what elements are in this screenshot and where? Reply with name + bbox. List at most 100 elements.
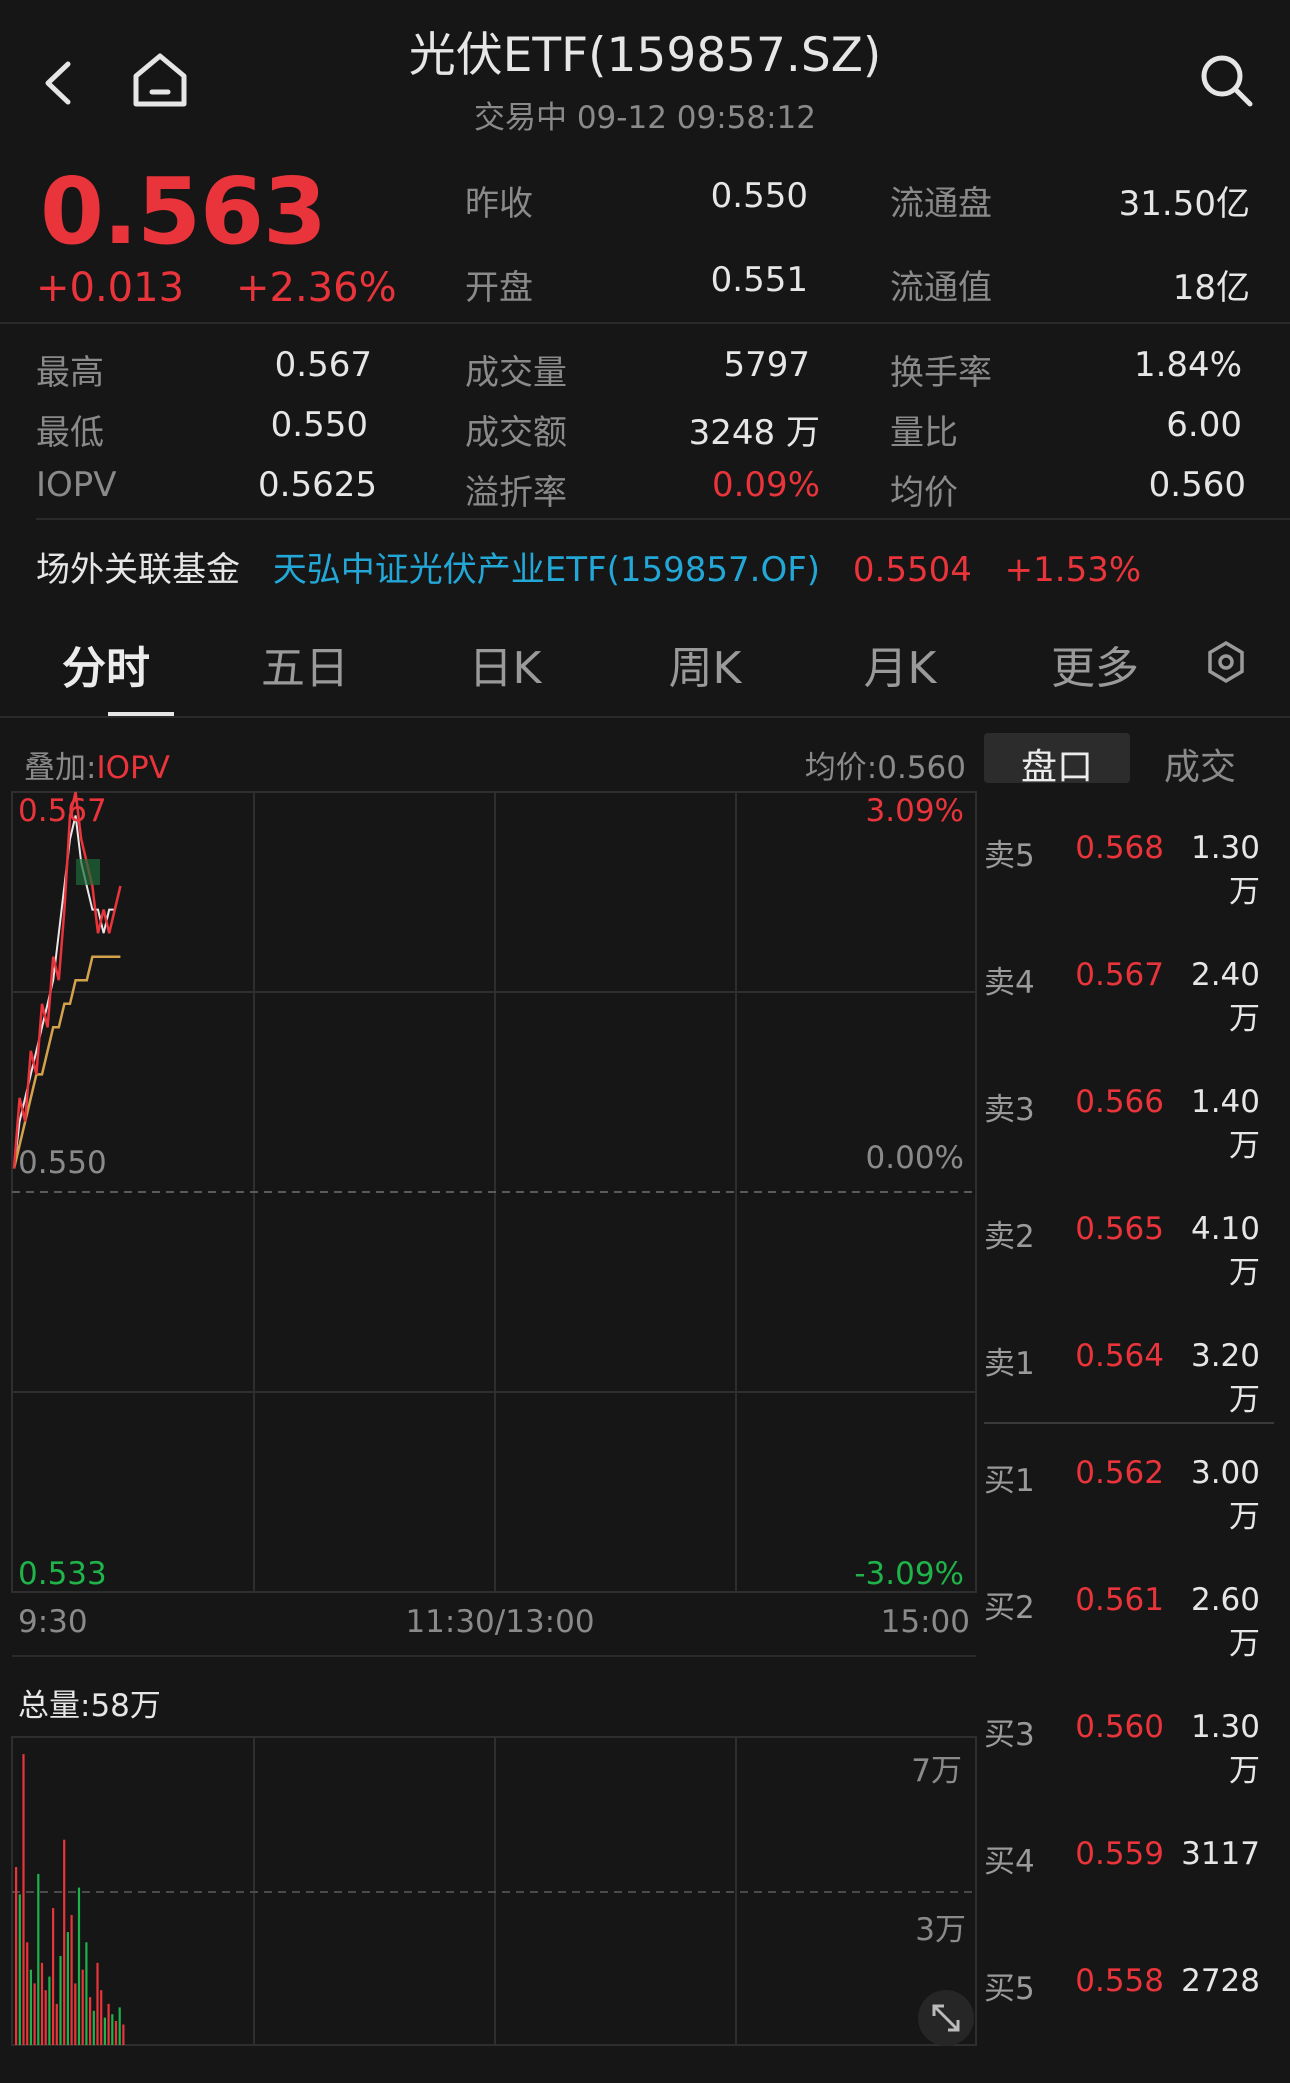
open-label: 开盘 <box>465 268 533 308</box>
order-volume: 4.10万 <box>1190 1211 1260 1291</box>
high-label: 最高 <box>36 353 104 393</box>
volume-bar <box>103 2017 106 2045</box>
volume-bar <box>55 2003 58 2045</box>
volume-ratio-label: 量比 <box>890 413 958 453</box>
volume-bar <box>100 1990 103 2045</box>
volume-bar <box>122 2024 125 2045</box>
float-shares-value: 31.50亿 <box>1118 184 1250 224</box>
amount-label: 成交额 <box>465 413 567 453</box>
x-label-midday: 11:30/13:00 <box>405 1604 595 1640</box>
volume-ratio-value: 6.00 <box>1166 405 1242 445</box>
tab-trades-label[interactable]: 成交 <box>1130 738 1270 790</box>
volume-label: 成交量 <box>465 353 567 393</box>
event-marker[interactable] <box>76 859 100 885</box>
order-price: 0.566 <box>1075 1084 1164 1120</box>
order-price: 0.559 <box>1075 1836 1164 1872</box>
turnover-value: 1.84% <box>1133 345 1242 385</box>
order-volume: 1.30万 <box>1190 830 1260 910</box>
volume-bar <box>48 1976 51 2045</box>
prev-close-value: 0.550 <box>710 176 808 216</box>
volume-bar <box>52 1908 55 2045</box>
bid-row: 买5 0.558 2728 <box>984 1963 1280 2007</box>
volume-series <box>15 1754 125 2045</box>
volume-label-mid: 3万 <box>915 1912 966 1948</box>
premium-rate-value: 0.09% <box>711 465 820 505</box>
related-fund-label: 场外关联基金 <box>36 550 240 590</box>
pct-label-mid: 0.00% <box>865 1140 964 1176</box>
tab-daily-k[interactable]: 日K <box>455 632 555 696</box>
low-value: 0.550 <box>270 405 368 445</box>
last-price: 0.563 <box>40 158 327 265</box>
avg-price-label: 均价 <box>890 473 958 513</box>
volume-bar <box>77 1887 81 2045</box>
volume-bar <box>74 1983 77 2045</box>
tab-weekly-k[interactable]: 周K <box>650 632 760 696</box>
volume-bar <box>111 2014 114 2045</box>
tab-intraday[interactable]: 分时 <box>56 632 156 696</box>
price-change-percent: +2.36% <box>236 265 397 311</box>
float-shares-label: 流通盘 <box>890 184 992 224</box>
price-line <box>12 791 122 1169</box>
ask-row: 卖2 0.565 4.10万 <box>984 1211 1280 1291</box>
volume-label-high: 7万 <box>911 1753 962 1789</box>
avg-price-value: 0.560 <box>1148 465 1246 505</box>
order-level-label: 买3 <box>984 1717 1035 1753</box>
order-level-label: 卖5 <box>984 838 1035 874</box>
pct-label-high: 3.09% <box>865 793 964 829</box>
volume-bar <box>33 1983 36 2045</box>
tab-monthly-k[interactable]: 月K <box>850 632 950 696</box>
order-level-label: 卖1 <box>984 1346 1035 1382</box>
bid-row: 买2 0.561 2.60万 <box>984 1582 1280 1662</box>
order-level-label: 买2 <box>984 1590 1035 1626</box>
ask-row: 卖5 0.568 1.30万 <box>984 830 1280 910</box>
related-fund-row[interactable]: 场外关联基金 天弘中证光伏产业ETF(159857.OF) 0.5504 +1.… <box>36 542 1141 591</box>
y-label-mid: 0.550 <box>18 1145 107 1181</box>
search-icon[interactable] <box>1196 50 1256 110</box>
expand-icon <box>932 2004 960 2032</box>
order-volume: 2.60万 <box>1190 1582 1260 1662</box>
volume-bar <box>114 2021 118 2045</box>
volume-bar <box>26 1942 29 2045</box>
volume-bar <box>18 1894 21 2045</box>
volume-bar <box>44 1990 47 2045</box>
premium-rate-label: 溢折率 <box>465 473 567 513</box>
order-price: 0.560 <box>1075 1709 1164 1745</box>
settings-icon[interactable] <box>1204 640 1248 684</box>
float-value-value: 18亿 <box>1172 268 1250 308</box>
order-volume: 3.00万 <box>1190 1455 1260 1535</box>
order-price: 0.565 <box>1075 1211 1164 1247</box>
order-price: 0.562 <box>1075 1455 1164 1491</box>
high-value: 0.567 <box>274 345 372 385</box>
iopv-value: 0.5625 <box>258 465 377 505</box>
order-book-divider <box>984 1422 1274 1424</box>
volume-bar <box>118 2007 121 2045</box>
volume-bar <box>81 1969 84 2045</box>
pct-label-low: -3.09% <box>854 1556 964 1592</box>
volume-bar <box>85 1942 88 2045</box>
order-level-label: 买1 <box>984 1463 1035 1499</box>
order-level-label: 卖2 <box>984 1219 1035 1255</box>
volume-total: 总量:58万 <box>18 1688 161 1724</box>
order-price: 0.558 <box>1075 1963 1164 1999</box>
volume-bar <box>22 1754 25 2045</box>
order-volume: 2728 <box>1181 1963 1260 1999</box>
prev-close-label: 昨收 <box>465 184 533 224</box>
related-fund-change: +1.53% <box>1004 550 1142 590</box>
divider <box>0 716 1290 718</box>
tab-more[interactable]: 更多 <box>1040 632 1150 696</box>
related-fund-link[interactable]: 天弘中证光伏产业ETF(159857.OF) <box>273 550 820 590</box>
tab-order-book-label[interactable]: 盘口 <box>984 738 1130 790</box>
order-price: 0.568 <box>1075 830 1164 866</box>
volume-bar <box>40 1962 44 2045</box>
bid-row: 买3 0.560 1.30万 <box>984 1709 1280 1789</box>
volume-bar <box>63 1839 66 2045</box>
intraday-chart[interactable] <box>0 780 980 2083</box>
fullscreen-button[interactable] <box>918 1990 974 2046</box>
tab-five-day[interactable]: 五日 <box>250 632 360 696</box>
order-volume: 2.40万 <box>1190 957 1260 1037</box>
order-level-label: 买4 <box>984 1844 1035 1880</box>
order-level-label: 买5 <box>984 1971 1035 2007</box>
amount-value: 3248 万 <box>688 413 820 453</box>
price-series <box>12 791 122 1169</box>
volume-bar <box>70 1915 73 2045</box>
